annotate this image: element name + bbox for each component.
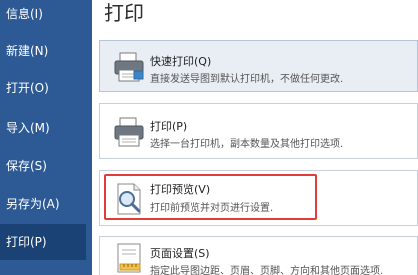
print-preview-desc: 打印前预览并对页进行设置. — [150, 203, 274, 214]
sidebar-item-import[interactable]: 导入(M) — [0, 110, 92, 146]
sidebar-item-print[interactable]: 打印(P) — [0, 224, 86, 260]
page-setup-desc: 指定此导图边距、页眉、页脚、方向和其他页面选项. — [150, 266, 384, 275]
print-panel: 打印 快速打印(Q) 直接发送导图到默认打印机，不做任何更改. 打印(P) 选择… — [92, 0, 418, 275]
quick-print-desc: 直接发送导图到默认打印机，不做任何更改. — [150, 74, 344, 85]
printer-icon — [112, 50, 146, 84]
page-setup-option[interactable]: 页面设置(S) 指定此导图边距、页眉、页脚、方向和其他页面选项. — [99, 236, 418, 275]
print-preview-icon — [112, 182, 146, 216]
print-desc: 选择一台打印机，副本数量及其他打印选项. — [150, 139, 344, 150]
sidebar-item-info[interactable]: 信息(I) — [0, 0, 92, 32]
page-setup-title: 页面设置(S) — [150, 247, 210, 260]
page-setup-icon — [112, 242, 146, 275]
print-title: 打印(P) — [150, 120, 188, 133]
sidebar: 信息(I) 新建(N) 打开(O) 导入(M) 保存(S) 另存为(A) 打印(… — [0, 0, 92, 275]
printer-icon — [112, 115, 146, 149]
sidebar-item-save-as[interactable]: 另存为(A) — [0, 186, 92, 222]
quick-print-option[interactable]: 快速打印(Q) 直接发送导图到默认打印机，不做任何更改. — [99, 40, 418, 92]
sidebar-item-save[interactable]: 保存(S) — [0, 148, 92, 184]
page-title: 打印 — [104, 1, 144, 25]
print-preview-option[interactable]: 打印预览(V) 打印前预览并对页进行设置. — [99, 170, 418, 226]
quick-print-title: 快速打印(Q) — [150, 55, 212, 68]
print-option[interactable]: 打印(P) 选择一台打印机，副本数量及其他打印选项. — [99, 103, 418, 159]
print-preview-title: 打印预览(V) — [150, 183, 211, 196]
sidebar-item-new[interactable]: 新建(N) — [0, 33, 92, 69]
sidebar-item-open[interactable]: 打开(O) — [0, 70, 92, 106]
